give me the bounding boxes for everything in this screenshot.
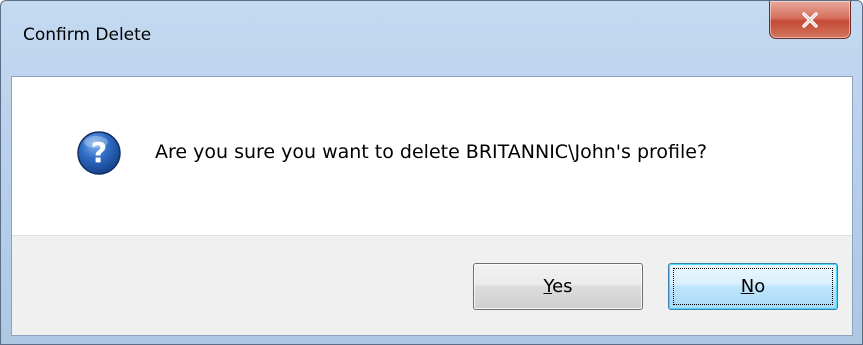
no-button-label: No (740, 276, 766, 297)
dialog-content: ? Are you sure you want to delete BRITAN… (11, 76, 853, 336)
no-button[interactable]: No (668, 263, 838, 310)
yes-button[interactable]: Yes (473, 263, 643, 310)
question-icon: ? (76, 130, 122, 176)
message-area: ? Are you sure you want to delete BRITAN… (12, 77, 852, 235)
confirm-delete-dialog: Confirm Delete ? Are you sure you want t… (0, 0, 863, 345)
close-icon (800, 11, 820, 28)
window-title: Confirm Delete (23, 25, 152, 45)
title-bar[interactable]: Confirm Delete (1, 1, 862, 75)
yes-button-label: Yes (543, 276, 573, 297)
confirmation-message: Are you sure you want to delete BRITANNI… (155, 141, 708, 163)
close-button[interactable] (769, 1, 851, 39)
svg-text:?: ? (91, 136, 107, 169)
button-area: Yes No (12, 235, 852, 335)
